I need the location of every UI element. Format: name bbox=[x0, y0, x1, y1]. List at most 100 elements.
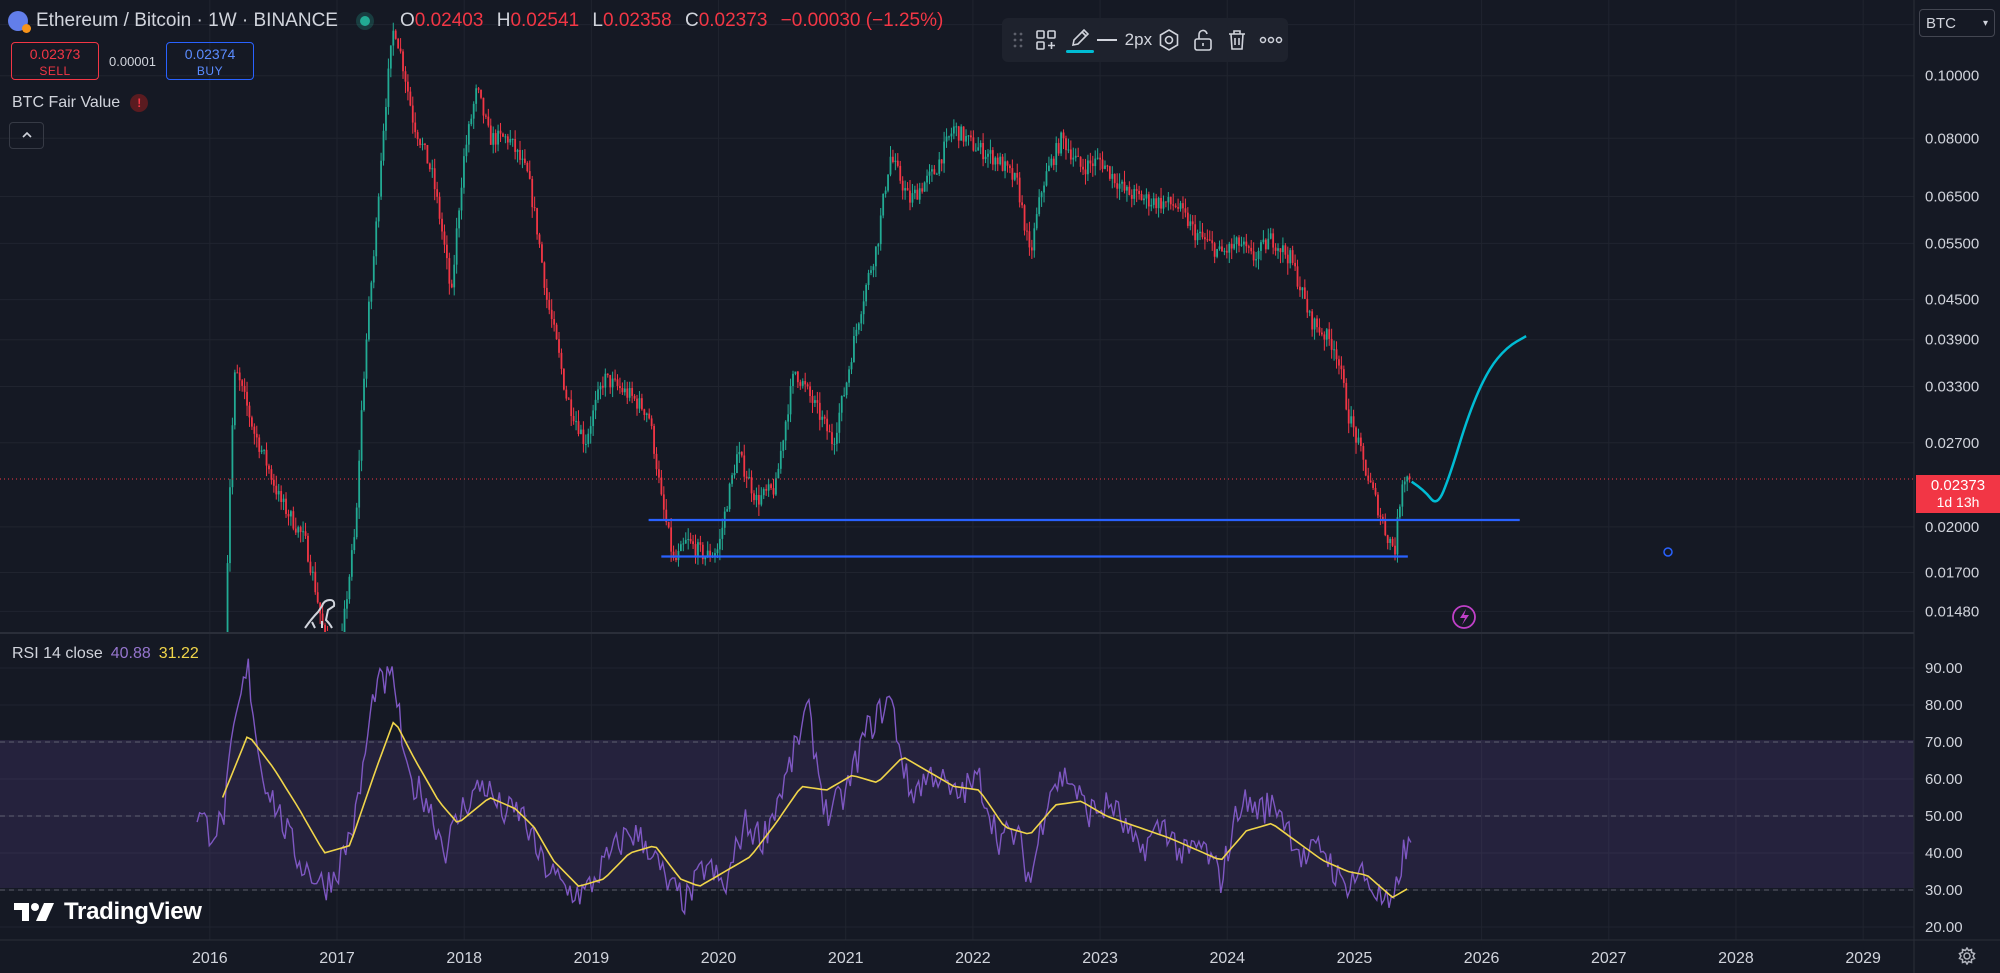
candle-body bbox=[1216, 248, 1218, 257]
candle-body bbox=[348, 576, 351, 600]
lightning-icon[interactable] bbox=[1452, 605, 1476, 629]
candle-body bbox=[784, 421, 787, 441]
bar-countdown: 1d 13h bbox=[1936, 494, 1980, 510]
candle-body bbox=[1062, 132, 1065, 139]
candle-body bbox=[970, 135, 972, 138]
candle-body bbox=[1206, 239, 1209, 241]
last-price-value: 0.02373 bbox=[1930, 477, 1986, 494]
candle-body bbox=[575, 421, 577, 423]
rsi-band-fill bbox=[0, 740, 1914, 888]
candle-body bbox=[926, 175, 928, 183]
candle-body bbox=[1096, 157, 1099, 159]
projection-curve[interactable] bbox=[1410, 335, 1527, 503]
candle-body bbox=[511, 138, 514, 140]
settings-icon[interactable] bbox=[1152, 18, 1186, 62]
candle-body bbox=[1355, 427, 1357, 443]
candle-body bbox=[453, 264, 456, 288]
candle-body bbox=[1162, 201, 1165, 209]
candle-body bbox=[716, 549, 719, 554]
candle-body bbox=[684, 539, 687, 544]
drawing-anchor-dot[interactable] bbox=[1663, 547, 1673, 557]
candle-body bbox=[952, 126, 955, 134]
line-width-button[interactable]: 2px bbox=[1096, 18, 1152, 62]
line-color-button[interactable] bbox=[1063, 18, 1097, 62]
chart-canvas[interactable]: 0.120000.100000.080000.065000.055000.045… bbox=[0, 0, 2000, 973]
gear-icon[interactable] bbox=[1958, 946, 1976, 970]
templates-icon[interactable] bbox=[1029, 18, 1063, 62]
candle-body bbox=[1338, 359, 1340, 366]
warning-icon[interactable]: ! bbox=[130, 94, 149, 112]
indicator-legend[interactable]: BTC Fair Value ! bbox=[12, 94, 149, 112]
candle-body bbox=[1013, 172, 1016, 180]
candle-body bbox=[509, 138, 512, 143]
candle-body bbox=[360, 410, 363, 461]
candle-body bbox=[580, 429, 582, 434]
collapse-legend-button[interactable] bbox=[9, 122, 44, 149]
rsi-value: 40.88 bbox=[110, 645, 151, 662]
candle-body bbox=[1157, 197, 1160, 209]
candle-body bbox=[297, 527, 300, 533]
more-icon[interactable] bbox=[1254, 18, 1288, 62]
candle-body bbox=[831, 432, 833, 445]
sell-button[interactable]: 0.02373 SELL bbox=[11, 42, 99, 80]
unlock-icon[interactable] bbox=[1186, 18, 1220, 62]
candle-body bbox=[1113, 173, 1116, 184]
trash-icon[interactable] bbox=[1220, 18, 1254, 62]
candle-body bbox=[599, 385, 602, 390]
pencil-icon bbox=[1071, 28, 1089, 47]
candle-body bbox=[463, 156, 465, 188]
currency-select[interactable]: BTC ▾ bbox=[1919, 9, 1995, 37]
candle-body bbox=[1009, 165, 1011, 169]
symbol-title[interactable]: Ethereum / Bitcoin · 1W · BINANCE bbox=[36, 10, 338, 32]
candle-body bbox=[601, 385, 604, 388]
candle-body bbox=[614, 378, 616, 380]
candle-body bbox=[838, 412, 841, 433]
candle-body bbox=[1004, 161, 1006, 171]
drag-handle-icon[interactable] bbox=[1008, 18, 1029, 62]
candle-body bbox=[372, 256, 375, 283]
candle-body bbox=[587, 433, 590, 444]
candle-body bbox=[1030, 247, 1033, 251]
candle-body bbox=[882, 193, 885, 216]
market-status-dot[interactable] bbox=[359, 16, 370, 26]
candle-body bbox=[609, 375, 612, 388]
candle-body bbox=[982, 142, 985, 160]
candle-body bbox=[1369, 480, 1372, 483]
candle-body bbox=[1359, 437, 1362, 447]
candle-body bbox=[619, 385, 621, 388]
candle-body bbox=[877, 244, 880, 247]
candle-body bbox=[1282, 245, 1284, 253]
candle-body bbox=[626, 388, 629, 398]
candle-body bbox=[996, 157, 999, 165]
candle-body bbox=[477, 88, 480, 90]
candle-body bbox=[523, 158, 526, 163]
candle-body bbox=[733, 473, 736, 476]
candle-body bbox=[801, 381, 804, 386]
candle-body bbox=[636, 398, 638, 409]
candle-body bbox=[1230, 243, 1233, 249]
tradingview-logo[interactable]: TradingView bbox=[14, 898, 202, 926]
open-key: O bbox=[399, 10, 415, 31]
candle-body bbox=[1182, 203, 1184, 209]
price-tick-label: 0.02000 bbox=[1925, 519, 1979, 536]
time-tick-label: 2016 bbox=[192, 950, 228, 967]
buy-button[interactable]: 0.02374 BUY bbox=[166, 42, 254, 80]
candle-body bbox=[577, 421, 580, 434]
candle-body bbox=[806, 384, 809, 387]
candle-body bbox=[931, 169, 933, 172]
candle-body bbox=[514, 138, 517, 152]
candle-body bbox=[226, 563, 229, 633]
candle-body bbox=[506, 136, 509, 143]
candle-body bbox=[1316, 318, 1318, 328]
candle-body bbox=[287, 513, 290, 517]
candle-body bbox=[689, 538, 692, 542]
candle-body bbox=[404, 71, 407, 82]
price-tick-label: 0.01700 bbox=[1925, 564, 1979, 581]
rsi-legend[interactable]: RSI 14 close 40.88 31.22 bbox=[12, 645, 199, 663]
candle-body bbox=[1130, 194, 1133, 199]
candle-body bbox=[253, 426, 256, 434]
candle-body bbox=[294, 528, 297, 533]
time-tick-label: 2023 bbox=[1082, 950, 1118, 967]
candle-body bbox=[1074, 155, 1077, 158]
time-tick-label: 2026 bbox=[1464, 950, 1500, 967]
